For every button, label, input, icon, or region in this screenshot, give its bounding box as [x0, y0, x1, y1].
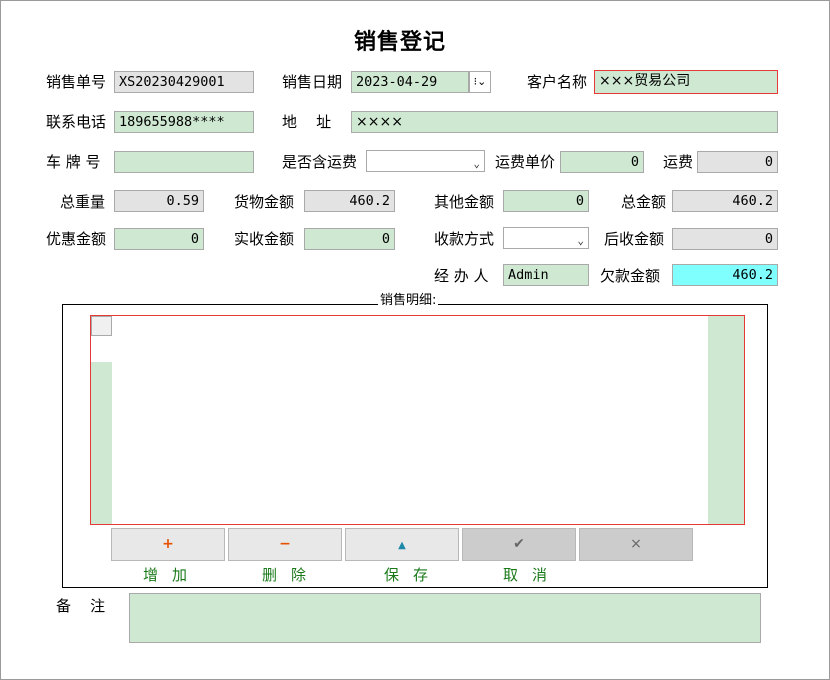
later-received-field[interactable]: 0 — [672, 228, 778, 250]
plate-field[interactable] — [114, 151, 254, 173]
other-amount-label: 其他金额 — [434, 193, 495, 211]
grid-row-header — [91, 362, 112, 524]
phone-label: 联系电话 — [46, 113, 107, 131]
freight-price-label: 运费单价 — [495, 153, 556, 171]
received-field[interactable]: 0 — [304, 228, 395, 250]
save-button[interactable]: ▲ — [345, 528, 459, 561]
owed-label: 欠款金额 — [600, 267, 661, 285]
detail-grid[interactable] — [90, 315, 745, 525]
chevron-down-icon: ⁝⌄ — [473, 75, 487, 88]
sale-date-label: 销售日期 — [282, 73, 343, 91]
delete-label: 删除 — [262, 566, 321, 584]
customer-label: 客户名称 — [527, 73, 588, 91]
grid-select-all-corner[interactable] — [91, 316, 112, 336]
minus-icon: − — [279, 536, 291, 552]
address-field[interactable]: ×××× — [351, 111, 778, 133]
received-label: 实收金额 — [234, 230, 295, 248]
pay-method-label: 收款方式 — [434, 230, 495, 248]
later-received-label: 后收金额 — [604, 230, 665, 248]
other-amount-field[interactable]: 0 — [503, 190, 589, 212]
owed-field[interactable]: 460.2 — [672, 264, 778, 286]
freight-label: 运费 — [663, 153, 694, 171]
total-weight-field[interactable]: 0.59 — [114, 190, 204, 212]
goods-amount-label: 货物金额 — [234, 193, 295, 211]
close-button[interactable]: × — [579, 528, 693, 561]
discount-field[interactable]: 0 — [114, 228, 204, 250]
total-weight-label: 总重量 — [60, 193, 106, 211]
freight-field[interactable]: 0 — [697, 151, 778, 173]
discount-label: 优惠金额 — [46, 230, 107, 248]
phone-field[interactable]: 189655988**** — [114, 111, 254, 133]
order-no-label: 销售单号 — [46, 73, 107, 91]
order-no-field[interactable]: XS20230429001 — [114, 71, 254, 93]
goods-amount-field[interactable]: 460.2 — [304, 190, 395, 212]
cancel-button[interactable]: ✔ — [462, 528, 576, 561]
pay-method-select[interactable]: ⌄ — [503, 227, 589, 249]
freight-incl-label: 是否含运费 — [282, 153, 358, 171]
triangle-up-icon: ▲ — [398, 540, 406, 551]
handler-field[interactable]: Admin — [503, 264, 589, 286]
check-icon: ✔ — [513, 536, 525, 552]
total-amount-field[interactable]: 460.2 — [672, 190, 778, 212]
save-label: 保存 — [384, 566, 443, 584]
page-title: 销售登记 — [354, 30, 447, 55]
plus-icon: + — [162, 536, 174, 552]
cancel-label: 取消 — [503, 566, 562, 584]
plate-label: 车 牌 号 — [46, 153, 101, 171]
remark-label: 备 注 — [56, 597, 106, 615]
add-button[interactable]: + — [111, 528, 225, 561]
delete-button[interactable]: − — [228, 528, 342, 561]
grid-scroll-column[interactable] — [708, 316, 744, 524]
sale-date-field[interactable]: 2023-04-29 — [351, 71, 469, 93]
close-icon: × — [630, 536, 642, 552]
freight-price-field[interactable]: 0 — [560, 151, 644, 173]
remark-field[interactable] — [129, 593, 761, 643]
customer-field[interactable]: ×××贸易公司 — [594, 70, 778, 94]
detail-group-title: 销售明细: — [378, 293, 439, 309]
chevron-down-icon: ⌄ — [473, 157, 480, 170]
chevron-down-icon: ⌄ — [577, 234, 584, 247]
total-amount-label: 总金额 — [621, 193, 667, 211]
add-label: 增加 — [143, 566, 202, 584]
handler-label: 经 办 人 — [434, 267, 489, 285]
date-spinner[interactable]: ⁝⌄ — [469, 71, 491, 93]
address-label: 地 址 — [282, 113, 332, 131]
freight-incl-select[interactable]: ⌄ — [366, 150, 485, 172]
